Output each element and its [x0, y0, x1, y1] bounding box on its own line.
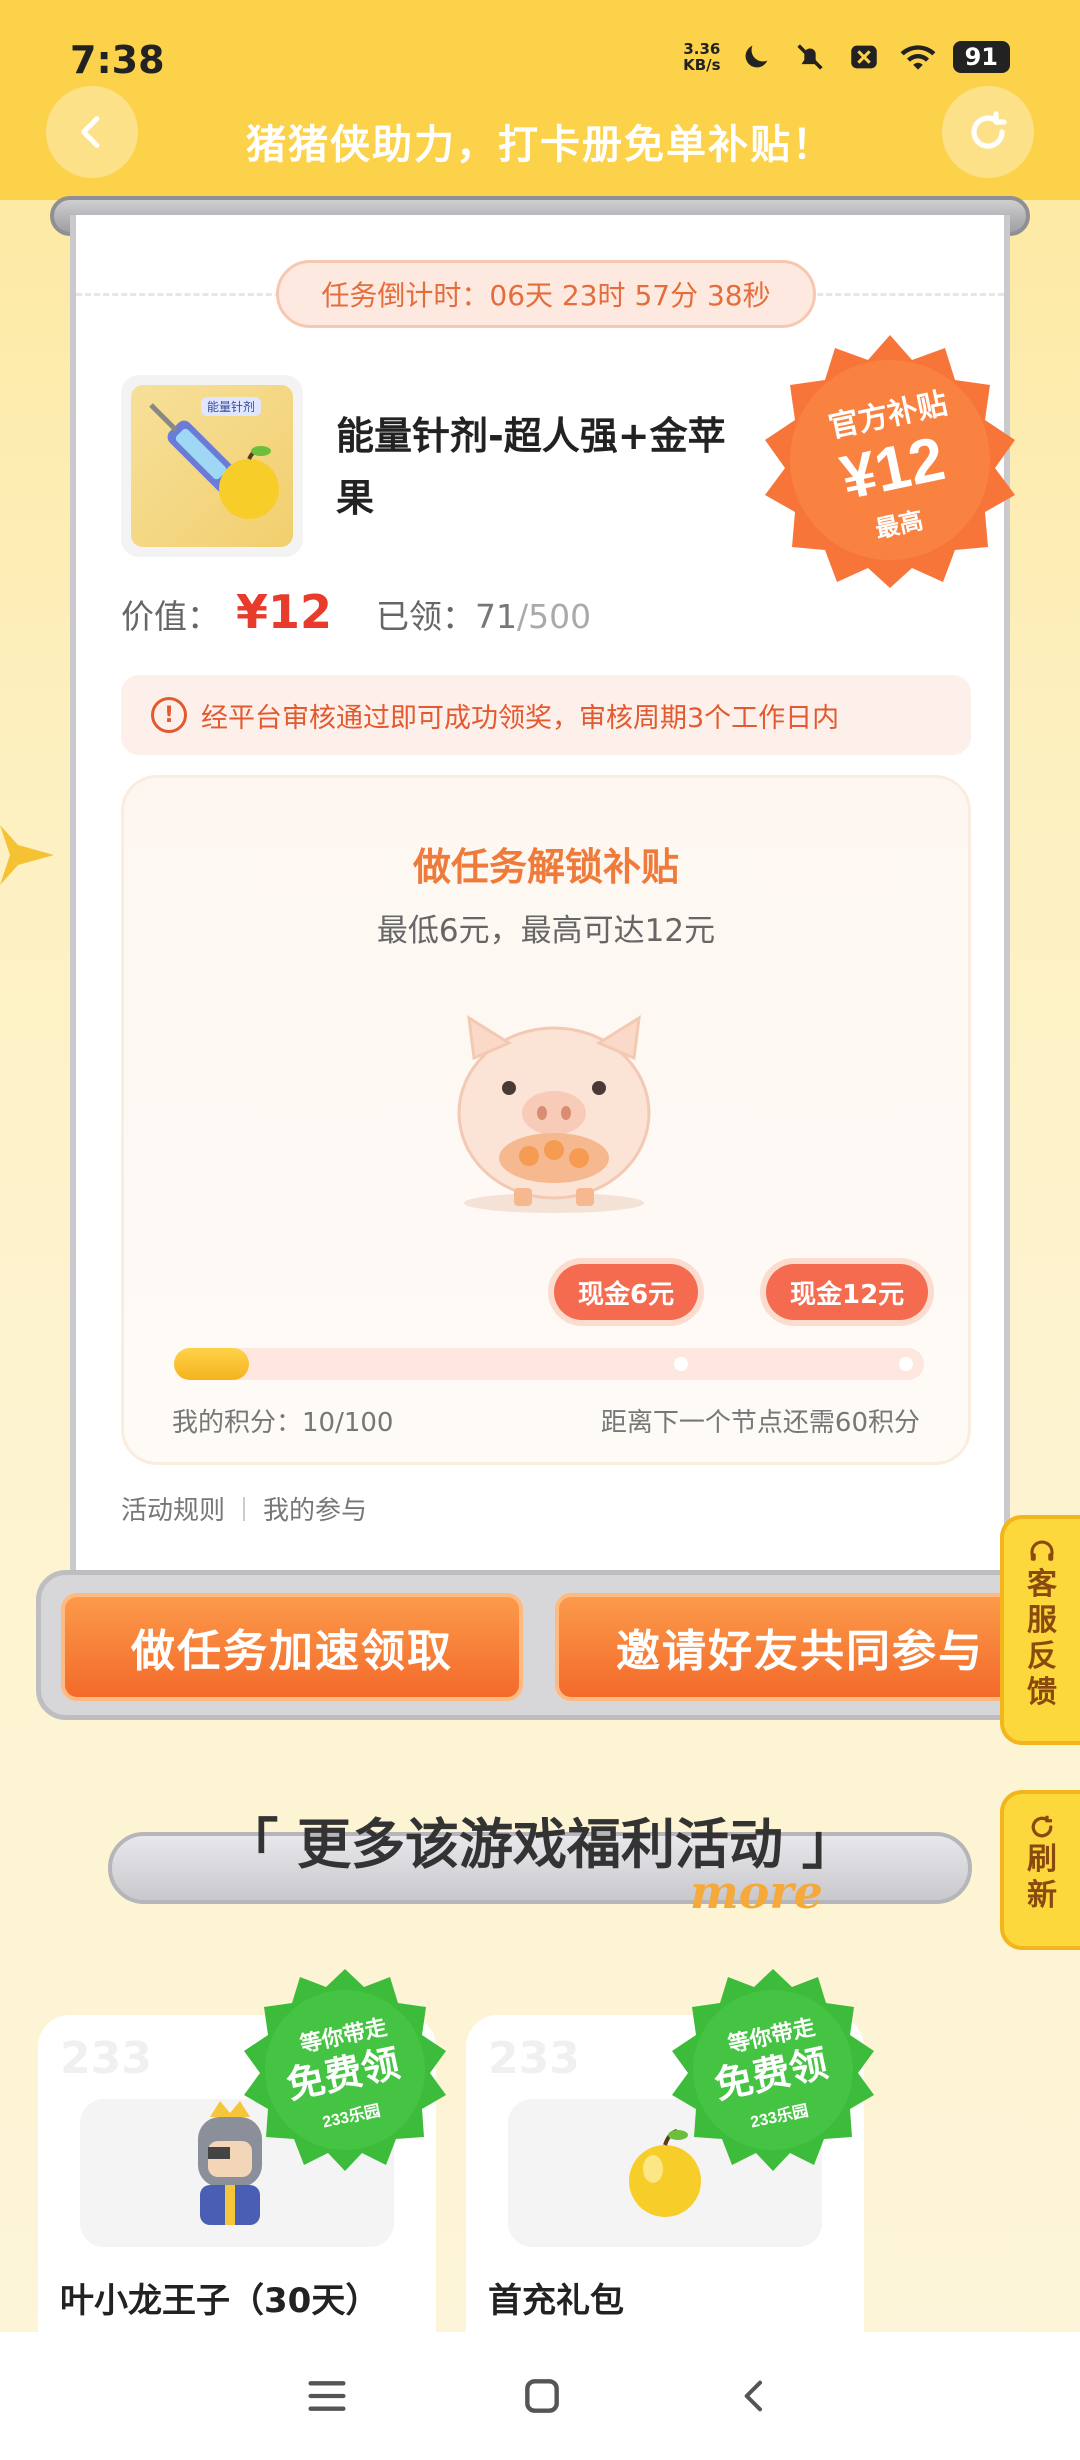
piggy-bank-icon — [457, 1015, 651, 1213]
sim-off-icon — [845, 38, 883, 76]
gift-watermark: 233 — [60, 2033, 152, 2084]
battery-indicator: 91 — [952, 41, 1010, 73]
claimed-total: /500 — [517, 597, 592, 636]
side-tab-char: 新 — [1027, 1878, 1057, 1913]
back-icon[interactable] — [735, 2374, 775, 2418]
product-name: 能量针剂-超人强+金苹果 — [336, 414, 726, 520]
link-divider — [243, 1496, 246, 1521]
wifi-icon — [899, 38, 937, 76]
free-claim-badge: 等你带走 免费领 233乐园 — [672, 1969, 874, 2171]
countdown-timer: 任务倒计时：06天 23时 57分 38秒 — [276, 260, 816, 328]
top-bar: 7:38 3.36 KB/s 91 猪猪侠助力，打卡册免单补贴！ — [0, 0, 1080, 200]
task-panel: 做任务解锁补贴 最低6元，最高可达12元 现金6元 现金12元 我的积分：10/… — [121, 775, 971, 1465]
footer-links: 活动规则 我的参与 — [121, 1490, 367, 1527]
next-node-points: 距离下一个节点还需60积分 — [600, 1408, 920, 1438]
mute-bell-icon — [791, 38, 829, 76]
product-value: ¥12 — [236, 585, 333, 639]
points-progress-bar — [174, 1348, 924, 1380]
more-subtitle: more — [690, 1865, 823, 1919]
side-tab-char: 服 — [1027, 1603, 1057, 1638]
side-tab-char: 客 — [1027, 1567, 1057, 1602]
claimed-count: 71 — [475, 597, 518, 636]
side-tab-char: 馈 — [1027, 1675, 1057, 1710]
side-tab-char: 反 — [1027, 1639, 1057, 1674]
milestone-cash-12: 现金12元 — [766, 1264, 929, 1320]
progress-node — [899, 1357, 913, 1371]
my-points: 我的积分：10/100 — [172, 1408, 394, 1438]
free-claim-badge: 等你带走 免费领 233乐园 — [244, 1969, 446, 2171]
notice-text: 经平台审核通过即可成功领奖，审核周期3个工作日内 — [201, 702, 840, 734]
activity-rules-link[interactable]: 活动规则 — [121, 1490, 225, 1527]
warning-icon: ! — [151, 697, 187, 733]
action-bar: 做任务加速领取 邀请好友共同参与 — [36, 1570, 1046, 1720]
system-nav-bar — [0, 2332, 1080, 2460]
customer-service-tab[interactable]: 客 服 反 馈 — [1000, 1515, 1080, 1745]
status-icons: 3.36 KB/s 91 — [683, 38, 1010, 76]
status-time: 7:38 — [70, 38, 165, 82]
claimed-label: 已领： — [376, 597, 476, 636]
progress-fill — [174, 1348, 249, 1380]
task-subtitle: 最低6元，最高可达12元 — [376, 913, 716, 949]
more-activities-title: 「 更多该游戏福利活动 」 — [224, 1813, 856, 1876]
gift-name: 叶小龙王子（30天） — [60, 2281, 380, 2321]
moon-icon — [737, 38, 775, 76]
home-square-icon[interactable] — [520, 2374, 564, 2418]
value-row: 价值： ¥12 已领： 71 /500 — [121, 585, 591, 639]
task-title: 做任务解锁补贴 — [412, 845, 679, 889]
headset-icon — [1030, 1540, 1054, 1561]
star-decoration-icon — [0, 825, 54, 885]
refresh-icon — [971, 111, 1007, 149]
gift-watermark: 233 — [488, 2033, 580, 2084]
do-task-button[interactable]: 做任务加速领取 — [61, 1593, 523, 1701]
progress-node — [674, 1357, 688, 1371]
product-image: 能量针剂 — [121, 375, 303, 557]
gift-name: 首充礼包 — [488, 2281, 624, 2321]
invite-friends-button[interactable]: 邀请好友共同参与 — [555, 1593, 1045, 1701]
official-subsidy-badge: 官方补贴 ¥12 最高 — [765, 335, 1015, 588]
review-notice: ! 经平台审核通过即可成功领奖，审核周期3个工作日内 — [121, 675, 971, 755]
my-participation-link[interactable]: 我的参与 — [263, 1490, 367, 1527]
product-image-label: 能量针剂 — [201, 397, 262, 416]
net-speed: 3.36 KB/s — [683, 40, 721, 74]
menu-icon[interactable] — [305, 2376, 349, 2416]
value-label: 价值： — [121, 597, 220, 636]
milestone-cash-6: 现金6元 — [554, 1264, 699, 1320]
page-title: 猪猪侠助力，打卡册免单补贴！ — [246, 122, 834, 168]
refresh-button[interactable] — [942, 86, 1034, 178]
